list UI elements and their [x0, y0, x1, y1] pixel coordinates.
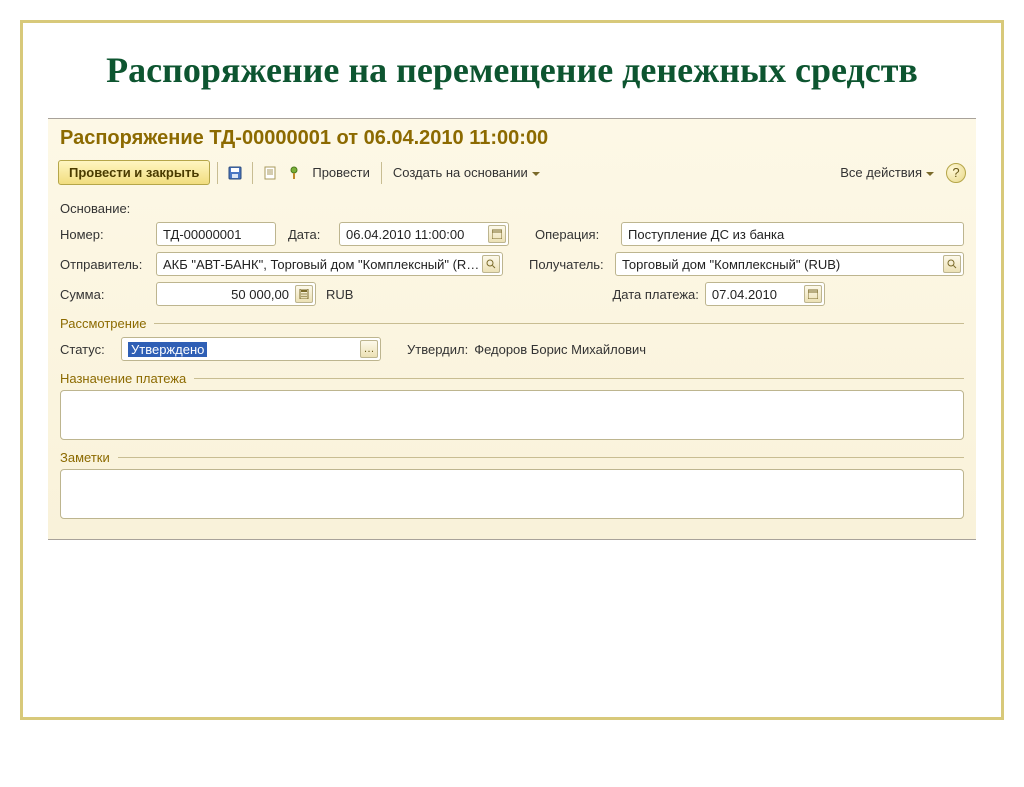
submit-and-close-button[interactable]: Провести и закрыть: [58, 160, 210, 185]
separator: [381, 162, 382, 184]
page-title: Распоряжение на перемещение денежных сре…: [53, 48, 971, 93]
divider: [118, 457, 964, 458]
create-based-on-button[interactable]: Создать на основании: [389, 162, 544, 183]
divider: [194, 378, 964, 379]
notes-label: Заметки: [60, 450, 110, 465]
currency-label: RUB: [326, 287, 353, 302]
calculator-icon[interactable]: [295, 285, 313, 303]
lookup-icon[interactable]: [482, 255, 500, 273]
submit-button[interactable]: Провести: [308, 162, 374, 183]
approved-by-label: Утвердил:: [407, 342, 468, 357]
operation-value: Поступление ДС из банка: [628, 227, 961, 242]
number-label: Номер:: [60, 227, 150, 242]
form-body: Основание: Номер: ТД-00000001 Дата: 06.0…: [48, 193, 976, 529]
status-value: Утверждено: [128, 342, 358, 357]
approved-by-value: Федоров Борис Михайлович: [474, 342, 646, 357]
payment-purpose-group-title: Назначение платежа: [60, 371, 964, 386]
separator: [252, 162, 253, 184]
date-picker-icon[interactable]: [488, 225, 506, 243]
sender-value: АКБ "АВТ-БАНК", Торговый дом "Комплексны…: [163, 257, 480, 272]
all-actions-button[interactable]: Все действия: [836, 162, 938, 183]
payment-date-value: 07.04.2010: [712, 287, 802, 302]
amount-value: 50 000,00: [163, 287, 293, 302]
lookup-icon[interactable]: [943, 255, 961, 273]
review-label: Рассмотрение: [60, 316, 146, 331]
recipient-label: Получатель:: [529, 257, 609, 272]
status-field[interactable]: Утверждено …: [121, 337, 381, 361]
document-icon[interactable]: [260, 163, 280, 183]
amount-field[interactable]: 50 000,00: [156, 282, 316, 306]
recipient-value: Торговый дом "Комплексный" (RUB): [622, 257, 941, 272]
notes-group-title: Заметки: [60, 450, 964, 465]
date-field[interactable]: 06.04.2010 11:00:00: [339, 222, 509, 246]
operation-field[interactable]: Поступление ДС из банка: [621, 222, 964, 246]
help-button[interactable]: ?: [946, 163, 966, 183]
review-group-title: Рассмотрение: [60, 316, 964, 331]
operation-label: Операция:: [535, 227, 615, 242]
pin-icon[interactable]: [284, 163, 304, 183]
status-label: Статус:: [60, 342, 115, 357]
sender-field[interactable]: АКБ "АВТ-БАНК", Торговый дом "Комплексны…: [156, 252, 503, 276]
date-picker-icon[interactable]: [804, 285, 822, 303]
payment-date-label: Дата платежа:: [612, 287, 698, 302]
date-label: Дата:: [288, 227, 333, 242]
basis-label: Основание:: [60, 201, 150, 216]
date-value: 06.04.2010 11:00:00: [346, 227, 486, 242]
recipient-field[interactable]: Торговый дом "Комплексный" (RUB): [615, 252, 964, 276]
notes-textarea[interactable]: [60, 469, 964, 519]
payment-purpose-label: Назначение платежа: [60, 371, 186, 386]
divider: [154, 323, 964, 324]
payment-purpose-textarea[interactable]: [60, 390, 964, 440]
payment-date-field[interactable]: 07.04.2010: [705, 282, 825, 306]
number-field[interactable]: ТД-00000001: [156, 222, 276, 246]
window-header: Распоряжение ТД-00000001 от 06.04.2010 1…: [48, 119, 976, 156]
form-window: Распоряжение ТД-00000001 от 06.04.2010 1…: [48, 118, 976, 540]
amount-label: Сумма:: [60, 287, 150, 302]
ellipsis-icon[interactable]: …: [360, 340, 378, 358]
separator: [217, 162, 218, 184]
save-icon[interactable]: [225, 163, 245, 183]
sender-label: Отправитель:: [60, 257, 150, 272]
slide-frame: Распоряжение на перемещение денежных сре…: [20, 20, 1004, 720]
number-value: ТД-00000001: [163, 227, 273, 242]
toolbar: Провести и закрыть Провести Создать на о…: [48, 156, 976, 193]
